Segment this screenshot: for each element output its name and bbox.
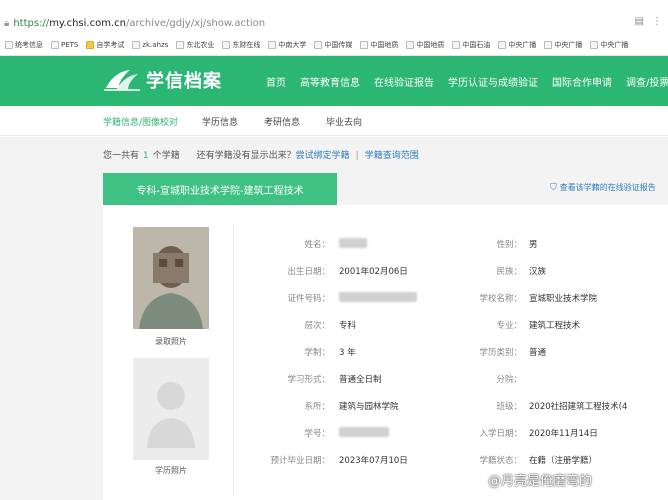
sub-nav: 学籍信息/图像校对 学历信息 考研信息 毕业去向 xyxy=(0,106,668,136)
page-icon xyxy=(590,40,599,49)
field-value: 3 年 xyxy=(339,348,356,358)
page-icon xyxy=(452,40,461,49)
page-icon xyxy=(132,40,141,49)
degree-photo-caption: 学历照片 xyxy=(155,466,187,475)
field-value: 普通 xyxy=(529,348,547,358)
page-icon xyxy=(268,40,277,49)
field-label: 性别： xyxy=(496,240,522,250)
field-value: 宣城职业技术学院 xyxy=(529,294,598,304)
field-label: 专业： xyxy=(496,321,522,331)
shield-icon: ⛉ xyxy=(550,182,557,193)
menu-icon[interactable]: ⋮ xyxy=(652,16,662,27)
folder-icon xyxy=(86,40,95,49)
url-text[interactable]: https://my.chsi.com.cn/archive/gdjy/xj/s… xyxy=(13,18,265,29)
page-icon xyxy=(544,40,553,49)
bookmarks-bar: 统考信息 PETS 自学考试 zk.ahzs 东北农业 东财在线 中南大学 中国传媒 中国地质中… xyxy=(0,34,668,56)
bookmark-item[interactable]: 中国地质 xyxy=(357,40,401,50)
bookmark-item[interactable]: 中央广播 xyxy=(495,40,539,50)
watermark: @月亮是俺磨弯的 xyxy=(488,474,593,489)
field-value: 2001年02月06日 xyxy=(339,267,408,277)
field-value: 普通全日制 xyxy=(339,375,382,385)
page-icon xyxy=(5,40,13,49)
field-label: 预计毕业日期： xyxy=(270,456,330,466)
query-scope-link[interactable]: 学籍查询范围 xyxy=(365,151,419,161)
admission-photo xyxy=(133,227,209,329)
verify-report-link[interactable]: ⛉ 查看该学籍的在线验证报告 xyxy=(550,182,656,193)
site-header: 学信档案 首页 高等教育信息 在线验证报告 学历认证与成绩验证 国际合作申请 调… xyxy=(0,56,668,106)
bookmark-item[interactable]: 中央广播 xyxy=(541,40,585,50)
address-bar[interactable]: 🔒︎ https://my.chsi.com.cn/archive/gdjy/x… xyxy=(0,12,668,34)
field-value: 2020社招建筑工程技术(4 xyxy=(529,402,628,412)
page-icon xyxy=(314,40,323,49)
bookmark-item[interactable]: 中国传媒 xyxy=(311,40,355,50)
field-label: 分院： xyxy=(496,375,522,385)
bookmark-item[interactable]: 中央广播 xyxy=(587,40,631,50)
bookmark-item[interactable]: 自学考试 xyxy=(83,40,127,50)
bookmark-item[interactable]: 东财在线 xyxy=(219,40,263,50)
field-label: 出生日期： xyxy=(287,267,330,277)
tab-postgrad-info[interactable]: 考研信息 xyxy=(264,115,300,128)
page-icon xyxy=(498,40,507,49)
field-label: 证件号码： xyxy=(287,294,330,304)
lock-icon: 🔒︎ xyxy=(4,17,10,29)
field-label: 学籍状态： xyxy=(479,456,522,466)
record-card: 录取照片 学历照片 姓名： 出生日期： 2001年02月06日 证件号码： 层次： 专科学… xyxy=(103,205,668,500)
field-value: 汉族 xyxy=(529,267,547,277)
field-label: 姓名： xyxy=(304,240,330,250)
bookmark-item[interactable]: 东北农业 xyxy=(173,40,217,50)
page-icon xyxy=(51,40,59,49)
bind-record-link[interactable]: 尝试绑定学籍 xyxy=(296,151,350,161)
nav-higher-education[interactable]: 高等教育信息 xyxy=(300,74,360,89)
nav-online-report[interactable]: 在线验证报告 xyxy=(374,74,434,89)
field-label: 学习形式： xyxy=(287,375,330,385)
tab-student-status[interactable]: 学籍信息/图像校对 xyxy=(103,115,178,128)
redacted-value xyxy=(339,238,367,248)
field-value: 在籍（注册学籍） xyxy=(529,456,598,466)
redacted-value xyxy=(339,427,389,437)
nav-degree-verification[interactable]: 学历认证与成绩验证 xyxy=(448,74,538,89)
record-summary: 您一共有 1 个学籍 还有学籍没有显示出来？尝试绑定学籍 | 学籍查询范围 xyxy=(103,151,419,161)
logo-book-icon xyxy=(104,70,140,91)
degree-photo-placeholder xyxy=(133,358,209,460)
nav-international[interactable]: 国际合作申请 xyxy=(552,74,612,89)
field-label: 系所： xyxy=(304,402,330,412)
nav-home[interactable]: 首页 xyxy=(266,74,286,89)
field-label: 学号： xyxy=(304,429,330,439)
bookmark-item[interactable]: 统考信息 xyxy=(2,40,46,50)
field-label: 学校名称： xyxy=(479,294,522,304)
record-count: 1 xyxy=(143,151,149,161)
logo-text: 学信档案 xyxy=(146,71,222,92)
field-value: 2020年11月14日 xyxy=(529,429,598,439)
bookmark-item[interactable]: 中国地质 xyxy=(403,40,447,50)
nav-survey[interactable]: 调查/投票 xyxy=(626,74,668,89)
field-label: 层次： xyxy=(304,321,330,331)
admission-photo-caption: 录取照片 xyxy=(155,337,187,346)
field-label: 入学日期： xyxy=(479,429,522,439)
page-icon xyxy=(360,40,369,49)
main-nav: 首页 高等教育信息 在线验证报告 学历认证与成绩验证 国际合作申请 调查/投票 xyxy=(266,56,668,106)
field-label: 班级： xyxy=(496,402,522,412)
field-value: 男 xyxy=(529,240,538,250)
divider xyxy=(233,225,234,495)
bookmark-item[interactable]: 中南大学 xyxy=(265,40,309,50)
field-label: 民族： xyxy=(496,267,522,277)
field-value: 2023年07月10日 xyxy=(339,456,408,466)
bookmark-item[interactable]: zk.ahzs xyxy=(129,40,171,49)
redacted-value xyxy=(339,292,417,302)
bookmark-item[interactable]: PETS xyxy=(48,40,81,49)
field-label: 学历类别： xyxy=(479,348,522,358)
tab-graduation-destination[interactable]: 毕业去向 xyxy=(326,115,362,128)
tab-degree-info[interactable]: 学历信息 xyxy=(202,115,238,128)
field-value: 建筑与园林学院 xyxy=(339,402,399,412)
record-tab[interactable]: 专科-宣城职业技术学院-建筑工程技术 xyxy=(103,173,337,205)
page-icon xyxy=(406,40,415,49)
reader-icon[interactable]: ▤ xyxy=(635,16,644,27)
bookmark-item[interactable]: 中国石油 xyxy=(449,40,493,50)
site-logo[interactable]: 学信档案 xyxy=(104,67,222,93)
field-value: 建筑工程技术 xyxy=(529,321,581,331)
page-icon xyxy=(176,40,185,49)
field-label: 学制： xyxy=(304,348,330,358)
page-icon xyxy=(222,40,231,49)
field-value: 专科 xyxy=(339,321,357,331)
